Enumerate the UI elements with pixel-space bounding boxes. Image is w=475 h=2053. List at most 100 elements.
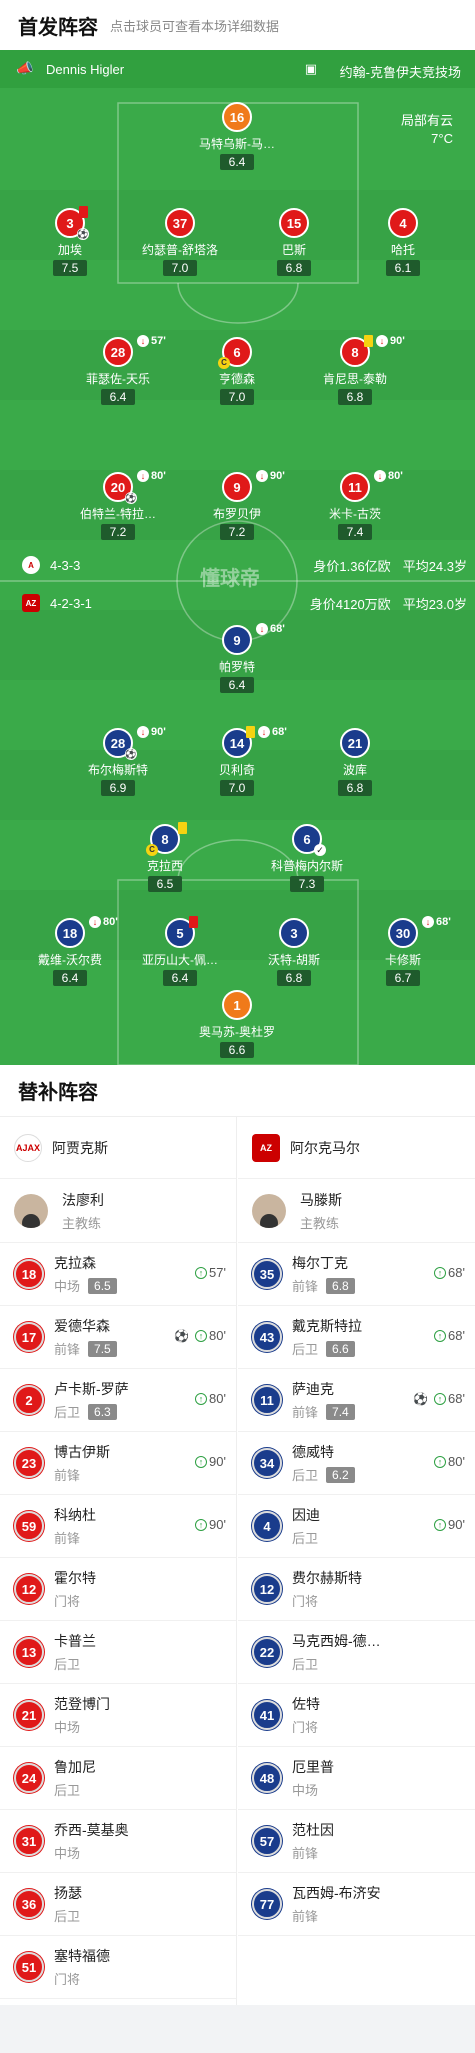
sub-player-row[interactable]: 12 费尔赫斯特 门将 xyxy=(238,1558,475,1621)
sub-on-info: ↑ 80' xyxy=(434,1454,465,1469)
sub-player-row[interactable]: 4 因迪 后卫 ↑ 90' xyxy=(238,1495,475,1558)
sub-arrow-icon: ↓ xyxy=(422,916,434,928)
player-home-gk[interactable]: 16 马特乌斯-马… 6.4 xyxy=(187,102,287,171)
player-rating: 7.4 xyxy=(338,524,372,540)
player-name: 爱德华森 xyxy=(54,1318,110,1334)
sub-player-row[interactable]: 2 卢卡斯-罗萨 后卫 6.3 ↑ 80' xyxy=(0,1369,236,1432)
player-home-rb[interactable]: 4 哈托 6.1 xyxy=(353,208,453,277)
player-number: 15 xyxy=(279,208,309,238)
player-name: 马特乌斯-马… xyxy=(199,137,275,151)
sub-player-row[interactable]: 23 博古伊斯 前锋 ↑ 90' xyxy=(0,1432,236,1495)
away-age: 平均23.0岁 xyxy=(402,597,467,612)
player-number-wrap: 9 ↓ 90' xyxy=(222,470,285,502)
sub-player-row[interactable]: 11 萨迪克 前锋 7.4 ⚽ ↑ 68' xyxy=(238,1369,475,1432)
home-team-info: A 4-3-3 xyxy=(22,556,80,574)
assist-icon: ✓ xyxy=(314,844,326,856)
player-name: 克拉西 xyxy=(146,859,183,873)
player-away-ram[interactable]: 21 波库 6.8 xyxy=(305,728,405,797)
sub-player-row[interactable]: 31 乔西-莫基奥 中场 xyxy=(0,1810,236,1873)
sub-player-row[interactable]: 48 厄里普 中场 xyxy=(238,1747,475,1810)
home-coach[interactable]: 法廖利 主教练 xyxy=(0,1179,236,1243)
player-name: 波库 xyxy=(342,763,367,777)
lineup-subtitle: 点击球员可查看本场详细数据 xyxy=(110,18,280,34)
player-number: 18 xyxy=(14,1259,44,1289)
player-rating: 6.8 xyxy=(277,970,311,986)
player-number: 31 xyxy=(14,1826,44,1856)
player-away-cb1[interactable]: 5 亚历山大-佩… 6.4 xyxy=(130,916,230,987)
player-name: 克拉森 xyxy=(54,1255,96,1271)
sub-player-row[interactable]: 34 德威特 后卫 6.2 ↑ 80' xyxy=(238,1432,475,1495)
player-name: 戴克斯特拉 xyxy=(292,1318,362,1334)
player-rating: 6.9 xyxy=(101,780,135,796)
sub-player-row[interactable]: 36 扬瑟 后卫 xyxy=(0,1873,236,1936)
player-away-gk[interactable]: 1 奥马苏-奥杜罗 6.6 xyxy=(187,990,287,1059)
sub-player-row[interactable]: 17 爱德华森 前锋 7.5 ⚽ ↑ 80' xyxy=(0,1306,236,1369)
player-home-lb[interactable]: 3 ⚽ 加埃 7.5 xyxy=(20,206,120,277)
sub-off-badge: ↓ 68' xyxy=(422,916,451,928)
player-rating: 6.8 xyxy=(338,780,372,796)
sub-on-arrow-icon: ↑ xyxy=(434,1518,447,1531)
player-number: 3 xyxy=(66,215,74,231)
player-number-wrap: 3 ⚽ xyxy=(55,206,89,240)
away-team-name: 阿尔克马尔 xyxy=(290,1139,360,1156)
player-name: 范杜因 xyxy=(292,1822,334,1838)
sub-player-row[interactable]: 22 马克西姆-德… 后卫 xyxy=(238,1621,475,1684)
player-home-cm1[interactable]: 28 ↓ 57' 菲瑟佐-天乐 6.4 xyxy=(68,335,168,406)
sub-player-row[interactable]: 51 塞特福德 门将 xyxy=(0,1936,236,1999)
player-number: 59 xyxy=(14,1511,44,1541)
sub-player-row[interactable]: 24 鲁加尼 后卫 xyxy=(0,1747,236,1810)
player-name: 科普梅内尔斯 xyxy=(270,859,343,873)
player-away-st[interactable]: 9 ↓ 68' 帕罗特 6.4 xyxy=(187,623,287,694)
player-rating: 6.4 xyxy=(163,970,197,986)
sub-arrow-icon: ↓ xyxy=(137,726,149,738)
player-name: 哈托 xyxy=(390,243,415,257)
sub-player-row[interactable]: 41 佐特 门将 xyxy=(238,1684,475,1747)
player-away-dm2[interactable]: 6 ✓ 科普梅内尔斯 7.3 xyxy=(257,824,357,893)
player-home-lw[interactable]: 20 ↓ 80' ⚽ 伯特兰-特拉… 7.2 xyxy=(68,470,168,541)
player-away-lb[interactable]: 18 ↓ 80' 戴维-沃尔费 6.4 xyxy=(20,916,120,987)
sub-player-row[interactable]: 57 范杜因 前锋 xyxy=(238,1810,475,1873)
sub-on-info: ↑ 90' xyxy=(195,1454,226,1469)
player-position: 后卫 xyxy=(54,1909,81,1924)
away-coach[interactable]: 马滕斯 主教练 xyxy=(238,1179,475,1243)
player-home-rw[interactable]: 11 ↓ 80' 米卡-古茨 7.4 xyxy=(305,470,405,541)
player-number: 4 xyxy=(252,1511,282,1541)
sub-player-row[interactable]: 13 卡普兰 后卫 xyxy=(0,1621,236,1684)
sub-player-row[interactable]: 12 霍尔特 门将 xyxy=(0,1558,236,1621)
player-away-dm1[interactable]: 8 C 克拉西 6.5 xyxy=(115,822,215,893)
player-number: 13 xyxy=(14,1637,44,1667)
player-position: 后卫 xyxy=(292,1531,319,1546)
player-number: 6 xyxy=(303,831,311,847)
player-number: 35 xyxy=(252,1259,282,1289)
player-home-cb2[interactable]: 15 巴斯 6.8 xyxy=(244,208,344,277)
home-value: 身价1.36亿欧 xyxy=(313,559,391,574)
home-age: 平均24.3岁 xyxy=(402,559,467,574)
sub-minute: 68' xyxy=(272,726,287,738)
sub-player-row[interactable]: 59 科纳杜 前锋 ↑ 90' xyxy=(0,1495,236,1558)
player-name: 瓦西姆-布济安 xyxy=(292,1885,381,1901)
player-home-cm2[interactable]: 6 C 亨德森 7.0 xyxy=(187,337,287,406)
player-home-cm3[interactable]: 8 ↓ 90' 肯尼思-泰勒 6.8 xyxy=(305,335,405,406)
player-position: 中场 xyxy=(292,1783,319,1798)
player-away-cb2[interactable]: 3 沃特-胡斯 6.8 xyxy=(244,918,344,987)
player-rating: 7.2 xyxy=(101,524,135,540)
player-away-lam[interactable]: 28 ↓ 90' ⚽ 布尔梅斯特 6.9 xyxy=(68,726,168,797)
player-home-st[interactable]: 9 ↓ 90' 布罗贝伊 7.2 xyxy=(187,470,287,541)
player-position: 后卫 xyxy=(54,1657,81,1672)
player-name: 费尔赫斯特 xyxy=(292,1570,362,1586)
player-name: 扬瑟 xyxy=(54,1885,82,1901)
player-away-cam[interactable]: 14 ↓ 68' 贝利奇 7.0 xyxy=(187,726,287,797)
sub-player-row[interactable]: 35 梅尔丁克 前锋 6.8 ↑ 68' xyxy=(238,1243,475,1306)
player-rating: 6.4 xyxy=(101,389,135,405)
player-name: 佐特 xyxy=(292,1696,320,1712)
sub-minute: 80' xyxy=(103,916,118,928)
sub-arrow-icon: ↓ xyxy=(89,916,101,928)
sub-player-row[interactable]: 77 瓦西姆-布济安 前锋 xyxy=(238,1873,475,1936)
sub-player-row[interactable]: 18 克拉森 中场 6.5 ↑ 57' xyxy=(0,1243,236,1306)
sub-player-row[interactable]: 21 范登博门 中场 xyxy=(0,1684,236,1747)
player-name: 马克西姆-德… xyxy=(292,1633,381,1649)
player-number: 37 xyxy=(165,208,195,238)
player-away-rb[interactable]: 30 ↓ 68' 卡修斯 6.7 xyxy=(353,916,453,987)
sub-player-row[interactable]: 43 戴克斯特拉 后卫 6.6 ↑ 68' xyxy=(238,1306,475,1369)
player-home-cb1[interactable]: 37 约瑟普-舒塔洛 7.0 xyxy=(130,208,230,277)
